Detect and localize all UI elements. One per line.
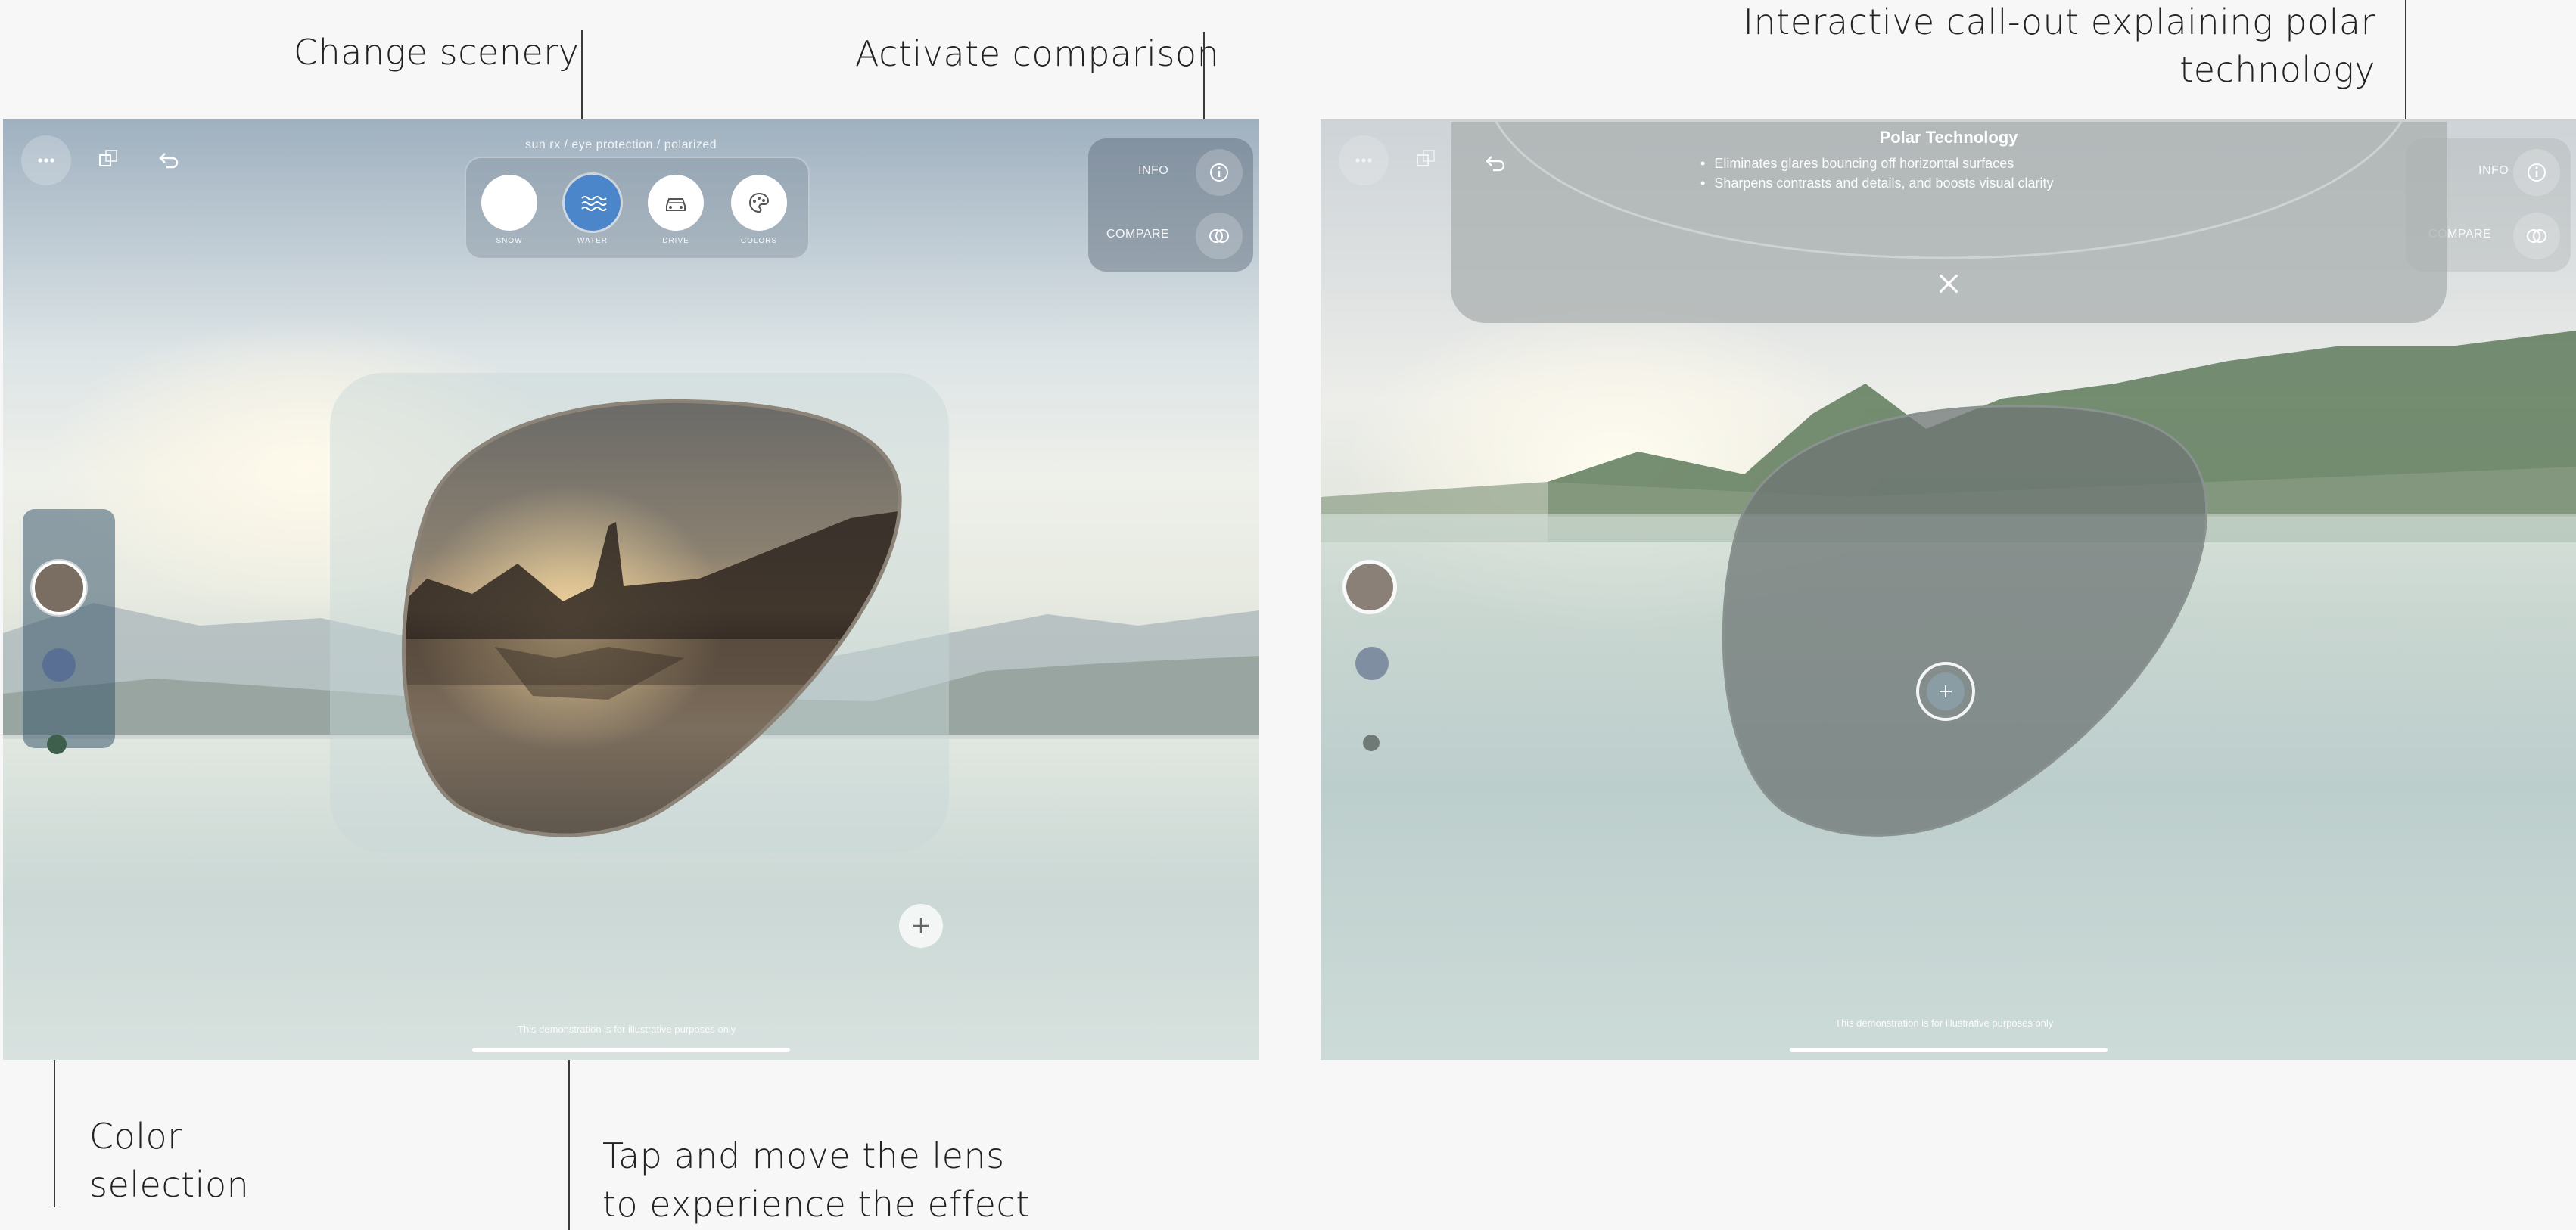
comparison-panel: INFO COMPARE [1088,138,1253,272]
plus-icon [1940,685,1952,697]
lens-right[interactable] [1706,402,2214,840]
color-swatch-blue[interactable] [42,648,76,682]
callout-title: Polar Technology [1879,128,2018,147]
back-button[interactable] [1470,138,1520,188]
car-icon [666,198,686,211]
swap-icon [1417,150,1435,166]
plus-icon [913,918,929,933]
annotation-change-scenery: Change scenery [294,32,580,73]
compare-row[interactable]: COMPARE [1088,207,1253,267]
callout-bullet: Sharpens contrasts and details, and boos… [1700,173,2053,193]
scene-water-label: WATER [577,237,608,245]
swap-icon [99,150,117,166]
back-button[interactable] [144,135,194,185]
color-swatch-blue[interactable] [1355,647,1389,680]
undo-icon [1486,156,1505,172]
scene-water-circle [565,175,621,231]
color-swatch-green[interactable] [1363,735,1380,751]
annotation-activate-comparison: Activate comparison [855,33,1220,74]
color-selector [23,509,115,748]
scene-snow-label: SNOW [496,237,523,245]
info-row[interactable]: INFO [1088,143,1253,203]
scene-colors-circle [731,175,787,231]
right-screen: INFO COMPARE Polar Technology Eliminates… [1321,119,2576,1060]
swap-button[interactable] [83,135,133,185]
more-icon [38,158,54,163]
callout-bullets: Eliminates glares bouncing off horizonta… [1700,154,2054,193]
more-button[interactable] [1339,135,1389,185]
compare-icon [1209,229,1229,243]
lens-left[interactable] [381,397,904,839]
drag-handle-inner [1927,672,1965,710]
home-indicator[interactable] [472,1048,790,1052]
scene-colors-label: COLORS [740,237,778,245]
close-icon [1939,274,1958,294]
scene-snow[interactable]: SNOW [481,175,537,245]
annotation-color-selection-line2: selection [89,1164,250,1205]
swap-button[interactable] [1401,135,1451,185]
leader-activate-comparison [1203,32,1205,123]
drag-lens-handle[interactable] [1916,662,1975,721]
info-label: INFO [2478,164,2509,177]
info-button[interactable] [1196,149,1243,196]
color-swatch-brown[interactable] [1346,564,1393,610]
annotation-tap-move: Tap and move the lens to experience the … [602,1132,1030,1228]
left-screen: sun rx / eye protection / polarized SNOW… [3,119,1259,1060]
scene-snow-circle [481,175,537,231]
scene-drive-label: DRIVE [662,237,689,245]
compare-icon [2527,229,2546,243]
close-callout-button[interactable] [1929,264,1968,303]
scene-drive[interactable]: DRIVE [648,175,704,245]
color-swatch-green[interactable] [47,735,67,754]
leader-callout [2405,0,2406,120]
annotation-color-selection: Color selection [89,1112,249,1209]
polar-technology-callout: Polar Technology Eliminates glares bounc… [1451,122,2447,323]
water-icon [581,196,607,211]
move-lens-button[interactable] [899,904,943,948]
home-indicator[interactable] [1790,1048,2108,1052]
color-swatch-brown[interactable] [32,561,86,615]
disclaimer-text: This demonstration is for illustrative p… [1835,1017,2054,1029]
info-button[interactable] [2513,149,2560,196]
more-button[interactable] [21,135,71,185]
disclaimer-text: This demonstration is for illustrative p… [518,1023,736,1035]
compare-button[interactable] [1196,213,1243,259]
annotation-tap-move-line2: to experience the effect [602,1184,1030,1225]
compare-label: COMPARE [1106,228,1170,241]
undo-icon [159,153,179,169]
scene-drive-circle [648,175,704,231]
callout-bullet: Eliminates glares bouncing off horizonta… [1700,154,2054,173]
more-icon [1355,158,1372,163]
annotation-callout: Interactive call-out explaining polar te… [1743,0,2375,95]
annotation-color-selection-line1: Color [89,1116,182,1157]
info-label: INFO [1138,164,1169,177]
annotation-tap-move-line1: Tap and move the lens [602,1135,1005,1176]
info-icon [2528,163,2546,182]
annotation-callout-line1: Interactive call-out explaining polar [1743,2,2375,42]
palette-icon [749,192,770,213]
scene-water[interactable]: WATER [565,175,621,245]
annotation-callout-line2: technology [2179,49,2375,91]
scenery-selector: SNOW WATER DRIVE COLORS [465,157,810,259]
info-icon [1210,163,1228,182]
compare-button[interactable] [2513,213,2560,259]
scene-colors[interactable]: COLORS [731,175,787,245]
product-subtitle: sun rx / eye protection / polarized [525,138,717,151]
